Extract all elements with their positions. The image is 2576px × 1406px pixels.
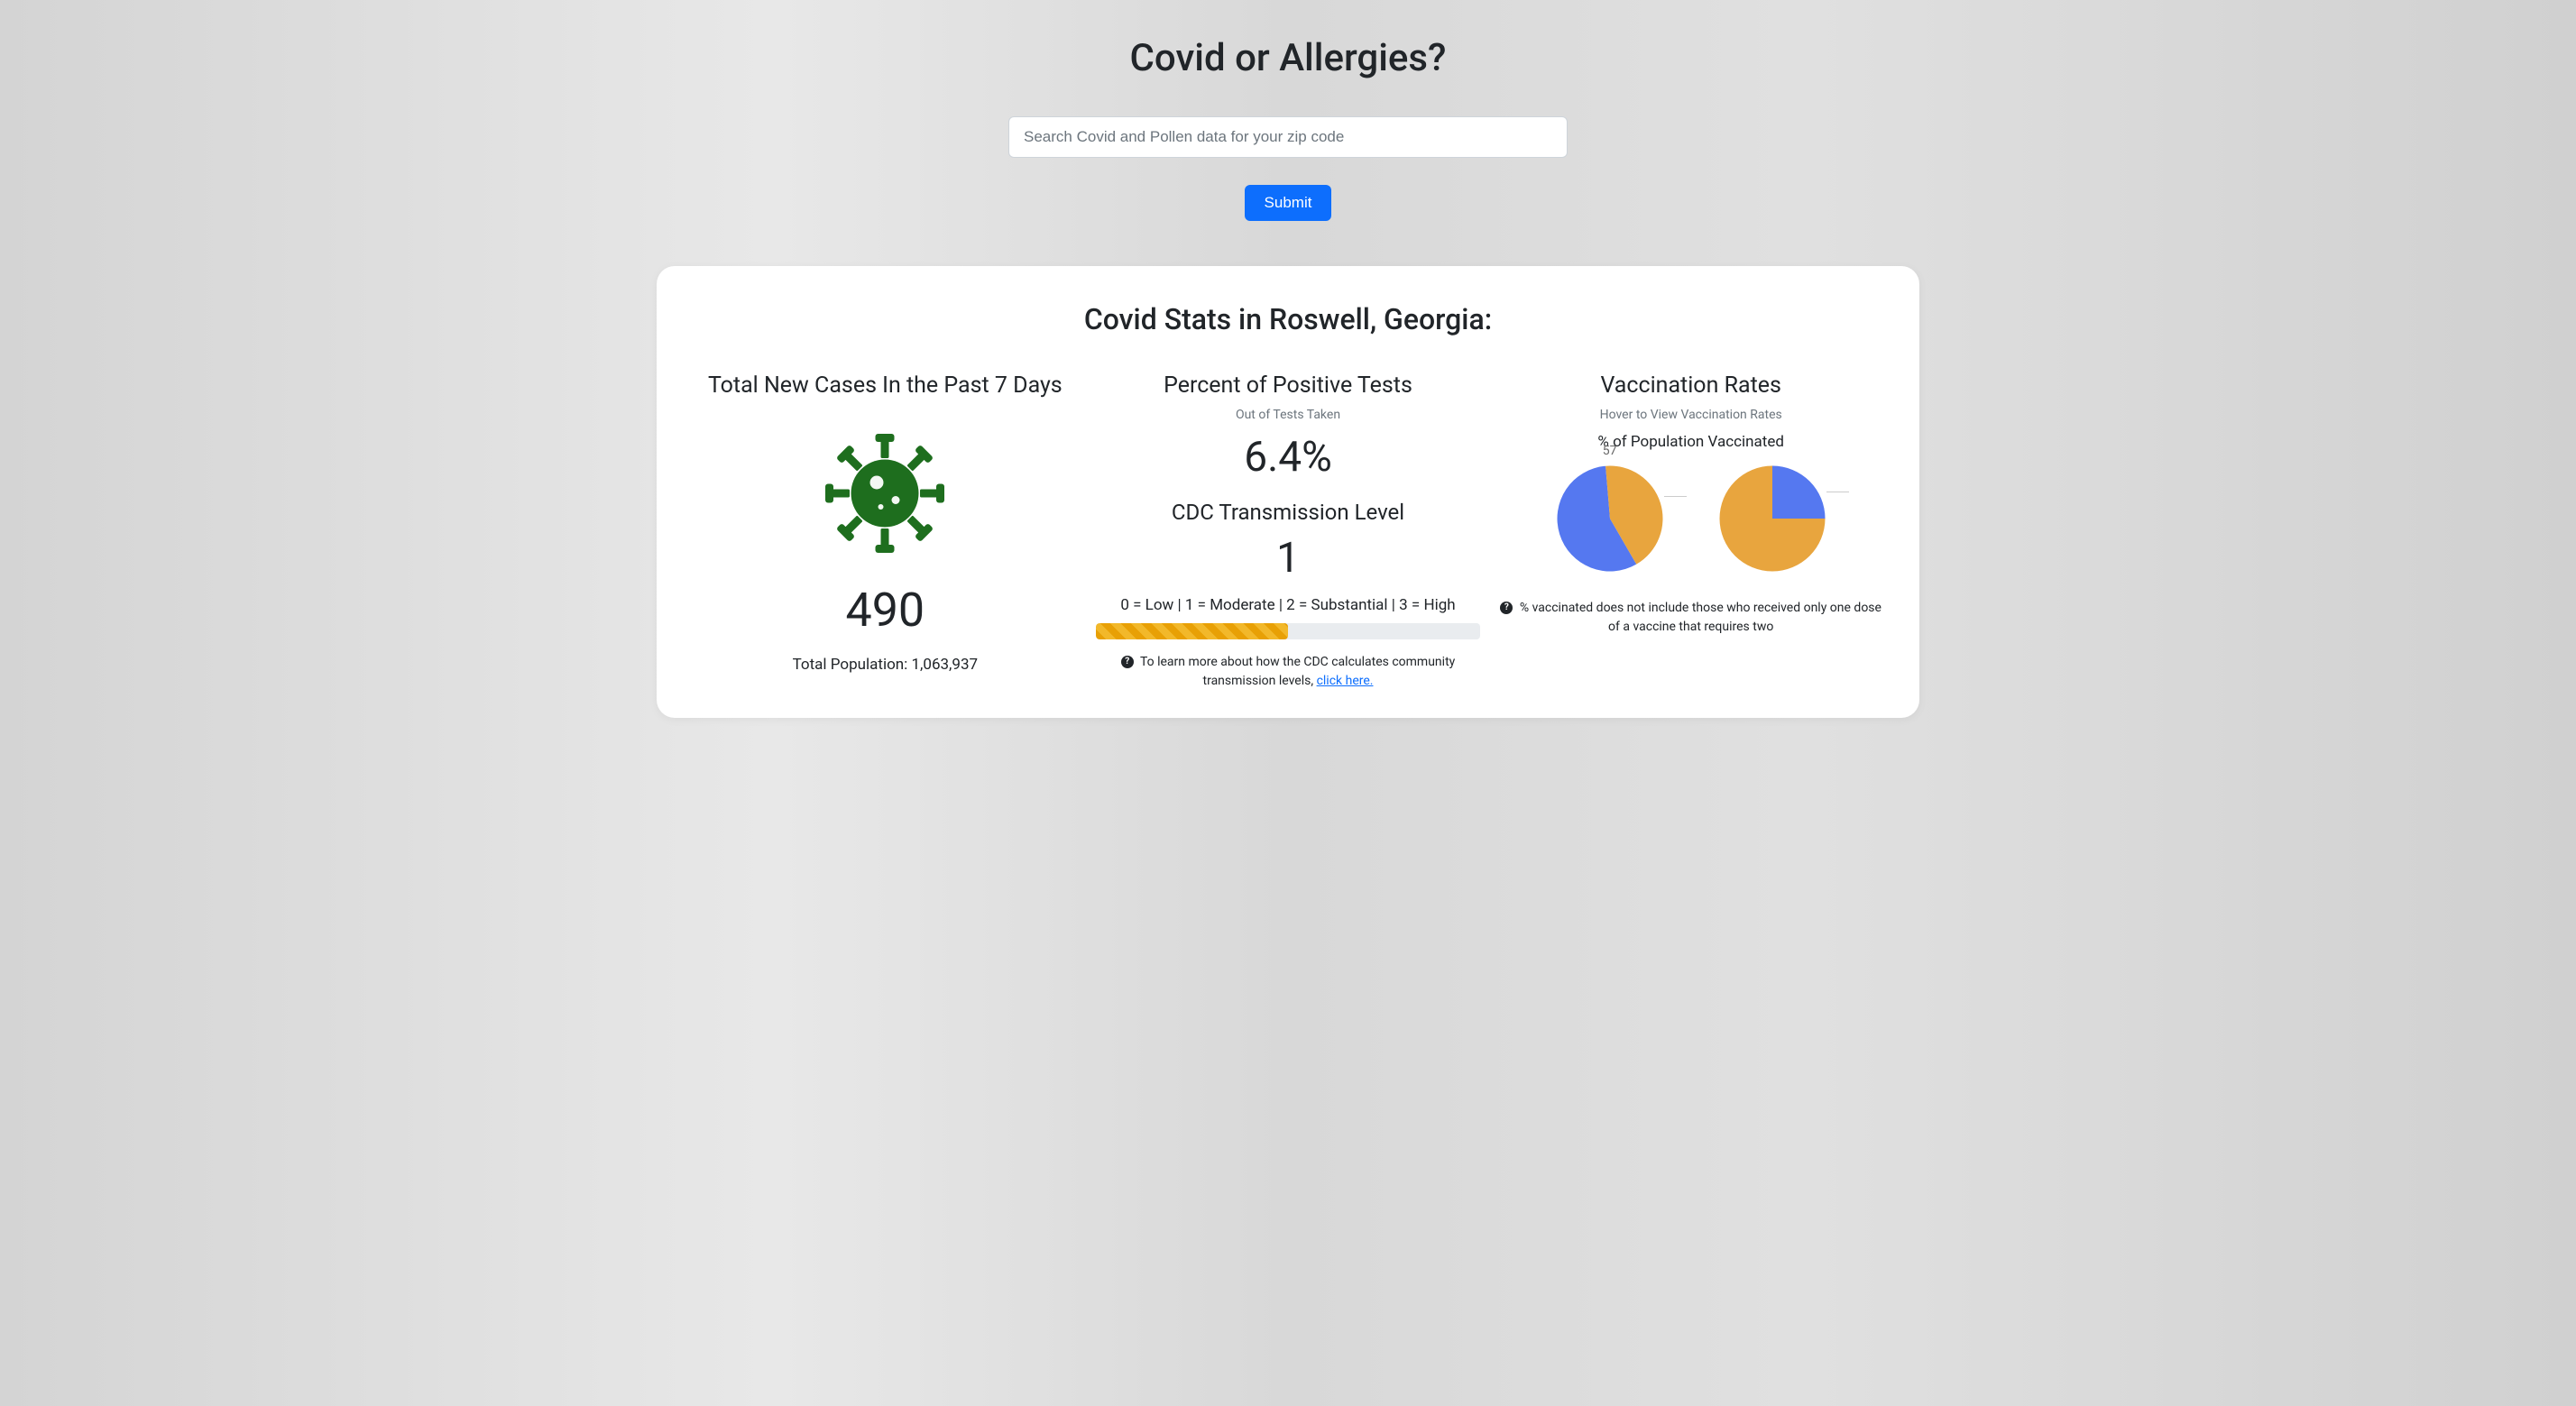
transmission-progress [1096,623,1481,639]
transmission-progress-fill [1096,623,1288,639]
transmission-info-link[interactable]: click here. [1317,674,1374,688]
vaccination-info: ? % vaccinated does not include those wh… [1498,599,1883,637]
stats-card: Covid Stats in Roswell, Georgia: Total N… [657,266,1919,718]
vaccination-column: Vaccination Rates Hover to View Vaccinat… [1498,372,1883,637]
transmission-info: ? To learn more about how the CDC calcul… [1096,653,1481,691]
positive-tests-heading: Percent of Positive Tests [1096,372,1481,399]
transmission-info-text: To learn more about how the CDC calculat… [1140,655,1455,688]
transmission-heading: CDC Transmission Level [1096,500,1481,525]
leader-line [1664,496,1687,497]
population-label: Total Population: 1,063,937 [693,656,1078,674]
vaccination-pie-2[interactable] [1714,460,1831,581]
stats-title: Covid Stats in Roswell, Georgia: [693,302,1883,336]
new-cases-heading: Total New Cases In the Past 7 Days [693,372,1078,399]
vaccination-pie-1[interactable]: 57 [1551,460,1669,581]
pie-hover-value: 57 [1603,444,1617,458]
transmission-legend: 0 = Low | 1 = Moderate | 2 = Substantial… [1096,596,1481,614]
positive-tests-subheading: Out of Tests Taken [1096,408,1481,422]
positive-tests-value: 6.4% [1096,433,1481,482]
transmission-value: 1 [1096,534,1481,583]
zip-search-input[interactable] [1008,116,1568,158]
vaccination-subheading: Hover to View Vaccination Rates [1498,408,1883,422]
positive-tests-column: Percent of Positive Tests Out of Tests T… [1096,372,1481,691]
vaccination-info-text: % vaccinated does not include those who … [1520,601,1881,634]
info-icon: ? [1121,656,1134,668]
vaccination-heading: Vaccination Rates [1498,372,1883,399]
new-cases-column: Total New Cases In the Past 7 Days [693,372,1078,674]
submit-button[interactable]: Submit [1245,185,1332,221]
virus-icon [693,426,1078,565]
new-cases-value: 490 [693,583,1078,638]
info-icon: ? [1500,602,1513,614]
vaccination-chart-title: % of Population Vaccinated [1498,433,1883,451]
page-title: Covid or Allergies? [657,36,1919,80]
